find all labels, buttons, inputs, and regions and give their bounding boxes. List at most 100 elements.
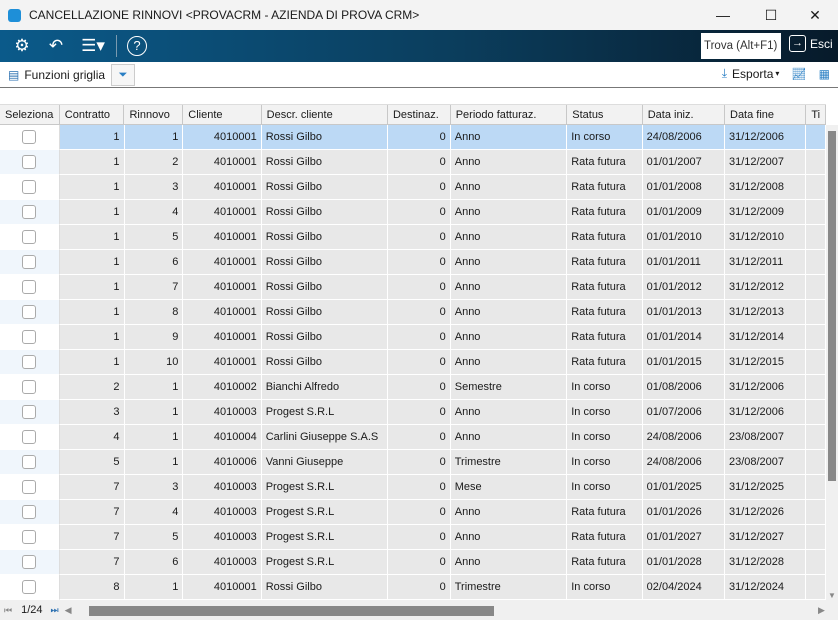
select-checkbox[interactable] (22, 355, 37, 369)
select-checkbox[interactable] (22, 455, 37, 469)
help-icon[interactable]: ? (127, 36, 147, 56)
table-row[interactable]: 1 9 4010001 Rossi Gilbo 0 Anno Rata futura 01/0… (0, 325, 827, 350)
client-name-cell: Progest S.R.L (261, 550, 388, 575)
first-page-icon[interactable]: ⏮ (4, 605, 12, 616)
client-code-cell: 4010002 (183, 375, 262, 400)
billing-period-cell: Anno (450, 150, 568, 175)
scroll-left-arrow[interactable]: ◀ (65, 605, 72, 616)
contract-cell: 4 (59, 425, 125, 450)
column-header[interactable]: Data fine (725, 105, 807, 124)
table-row[interactable]: 8 1 4010001 Rossi Gilbo 0 Trimestre In corso 02… (0, 575, 827, 600)
export-button[interactable]: ⤓ Esporta ▾ (722, 66, 780, 81)
close-button[interactable]: ✕ (792, 0, 838, 30)
table-row[interactable]: 1 4 4010001 Rossi Gilbo 0 Anno Rata futura 01/0… (0, 200, 827, 225)
select-checkbox[interactable] (22, 205, 37, 219)
last-page-icon[interactable]: ⏭ (51, 605, 59, 616)
client-code-cell: 4010001 (183, 200, 262, 225)
column-header[interactable]: Contratto (60, 105, 125, 124)
select-checkbox[interactable] (22, 405, 37, 419)
scroll-down-arrow[interactable]: ▼ (828, 591, 836, 600)
status-cell: In corso (567, 575, 643, 600)
table-row[interactable]: 1 1 4010001 Rossi Gilbo 0 Anno In corso 24/08/2… (0, 125, 827, 150)
client-code-cell: 4010006 (183, 450, 262, 475)
column-header[interactable]: Status (567, 105, 643, 124)
minimize-button[interactable]: — (700, 0, 746, 30)
select-checkbox[interactable] (22, 505, 37, 519)
contract-cell: 2 (59, 375, 125, 400)
renewal-cell: 1 (124, 400, 184, 425)
select-checkbox[interactable] (22, 580, 37, 594)
column-header[interactable]: Data iniz. (643, 105, 725, 124)
table-row[interactable]: 1 7 4010001 Rossi Gilbo 0 Anno Rata futura 01/0… (0, 275, 827, 300)
table-row[interactable]: 3 1 4010003 Progest S.R.L 0 Anno In corso 01/07… (0, 400, 827, 425)
status-cell: Rata futura (567, 350, 643, 375)
start-date-cell: 01/01/2012 (642, 275, 725, 300)
table-row[interactable]: 2 1 4010002 Bianchi Alfredo 0 Semestre In cors… (0, 375, 827, 400)
select-checkbox[interactable] (22, 180, 37, 194)
contract-cell: 5 (59, 450, 125, 475)
select-checkbox[interactable] (22, 230, 37, 244)
column-header[interactable]: Destinaz. (388, 105, 451, 124)
select-checkbox[interactable] (22, 555, 37, 569)
column-header[interactable]: Cliente (183, 105, 262, 124)
column-header[interactable]: Seleziona (0, 105, 60, 124)
client-code-cell: 4010001 (183, 175, 262, 200)
select-checkbox[interactable] (22, 280, 37, 294)
vertical-scrollbar[interactable]: ▼ (826, 125, 838, 600)
grid-functions-button[interactable]: ▤ Funzioni griglia (8, 68, 105, 82)
status-cell: In corso (567, 400, 643, 425)
select-cell (0, 150, 60, 175)
undo-icon[interactable]: ↶ (44, 36, 68, 56)
select-checkbox[interactable] (22, 480, 37, 494)
vertical-scroll-thumb[interactable] (828, 131, 836, 481)
table-row[interactable]: 1 8 4010001 Rossi Gilbo 0 Anno Rata futura 01/0… (0, 300, 827, 325)
client-code-cell: 4010004 (183, 425, 262, 450)
exit-button[interactable]: → Esci (789, 35, 833, 52)
table-row[interactable]: 7 3 4010003 Progest S.R.L 0 Mese In corso 01/01… (0, 475, 827, 500)
select-checkbox[interactable] (22, 330, 37, 344)
client-code-cell: 4010003 (183, 525, 262, 550)
column-header[interactable]: Periodo fatturaz. (451, 105, 568, 124)
select-checkbox[interactable] (22, 530, 37, 544)
overflow-cell (806, 550, 827, 575)
overflow-cell (806, 250, 827, 275)
table-row[interactable]: 1 2 4010001 Rossi Gilbo 0 Anno Rata futura 01/0… (0, 150, 827, 175)
title-bar: CANCELLAZIONE RINNOVI <PROVACRM - AZIEND… (0, 0, 838, 30)
client-name-cell: Rossi Gilbo (261, 150, 388, 175)
table-row[interactable]: 1 3 4010001 Rossi Gilbo 0 Anno Rata futura 01/0… (0, 175, 827, 200)
column-header[interactable]: Rinnovo (124, 105, 184, 124)
table-row[interactable]: 1 10 4010001 Rossi Gilbo 0 Anno Rata futura 01/… (0, 350, 827, 375)
renewal-cell: 7 (124, 275, 184, 300)
gear-icon[interactable]: ⚙ (10, 36, 34, 56)
start-date-cell: 01/07/2006 (642, 400, 725, 425)
filter-button[interactable]: ⏷ (111, 63, 136, 86)
renewal-cell: 6 (124, 250, 184, 275)
table-row[interactable]: 7 6 4010003 Progest S.R.L 0 Anno Rata futura 01… (0, 550, 827, 575)
column-header[interactable]: Ti (806, 105, 826, 124)
horizontal-scroll-thumb[interactable] (89, 606, 494, 616)
column-header[interactable]: Descr. cliente (262, 105, 388, 124)
select-checkbox[interactable] (22, 430, 37, 444)
destination-cell: 0 (387, 550, 451, 575)
table-row[interactable]: 7 5 4010003 Progest S.R.L 0 Anno Rata futura 01… (0, 525, 827, 550)
grid-layout-icon[interactable]: ▦ (819, 67, 830, 81)
table-row[interactable]: 4 1 4010004 Carlini Giuseppe S.A.S 0 Anno In c… (0, 425, 827, 450)
scroll-right-arrow[interactable]: ▶ (818, 605, 825, 616)
renewal-cell: 3 (124, 475, 184, 500)
destination-cell: 0 (387, 325, 451, 350)
client-code-cell: 4010001 (183, 325, 262, 350)
select-checkbox[interactable] (22, 155, 37, 169)
find-button[interactable]: Trova (Alt+F1) (701, 33, 781, 59)
table-row[interactable]: 7 4 4010003 Progest S.R.L 0 Anno Rata futura 01… (0, 500, 827, 525)
renewal-cell: 2 (124, 150, 184, 175)
select-checkbox[interactable] (22, 130, 37, 144)
select-checkbox[interactable] (22, 380, 37, 394)
select-checkbox[interactable] (22, 305, 37, 319)
table-row[interactable]: 1 6 4010001 Rossi Gilbo 0 Anno Rata futura 01/0… (0, 250, 827, 275)
table-row[interactable]: 1 5 4010001 Rossi Gilbo 0 Anno Rata futura 01/0… (0, 225, 827, 250)
table-row[interactable]: 5 1 4010006 Vanni Giuseppe 0 Trimestre In cors… (0, 450, 827, 475)
maximize-button[interactable]: ☐ (748, 0, 794, 30)
menu-icon[interactable]: ☰▾ (78, 36, 108, 56)
chart-icon[interactable]: 📈︎ (791, 67, 806, 81)
select-checkbox[interactable] (22, 255, 37, 269)
